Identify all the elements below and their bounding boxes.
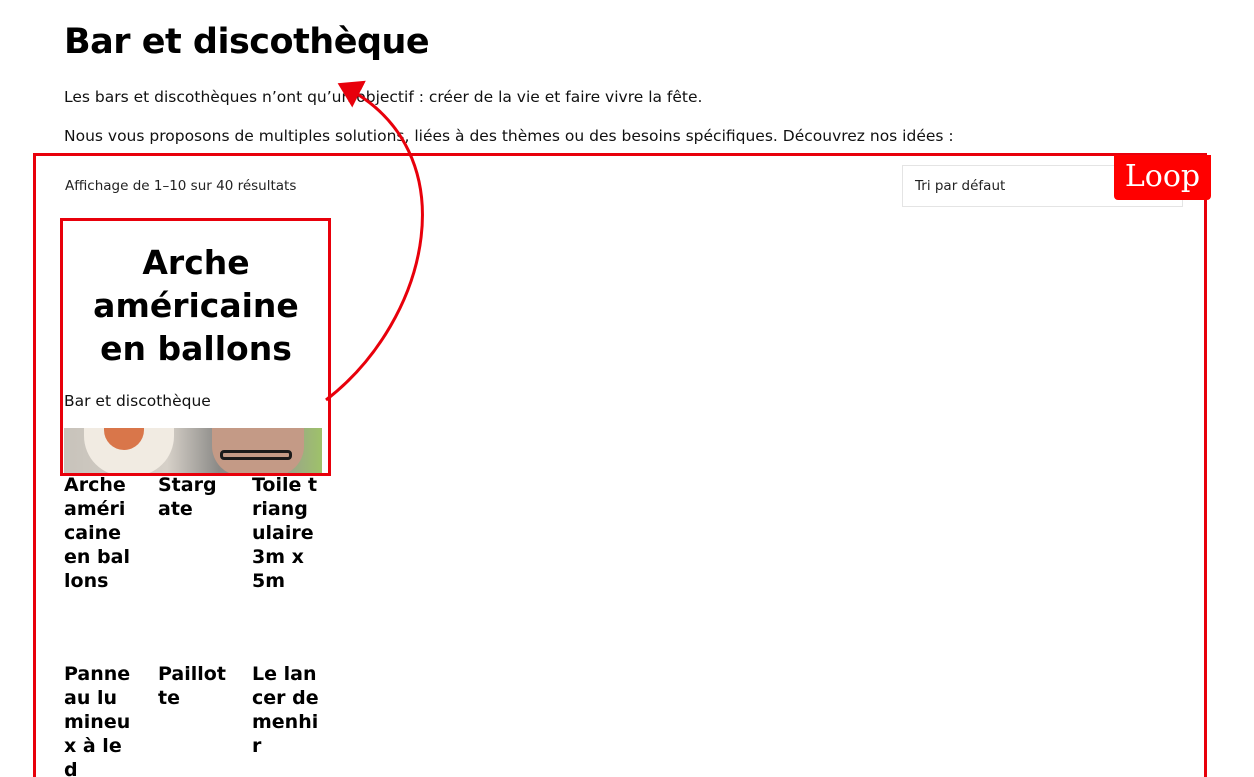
product-title[interactable]: Panneau lumineux à led	[64, 662, 132, 777]
featured-product-image[interactable]	[64, 428, 322, 473]
product-title[interactable]: Le lancer de menhir	[252, 662, 320, 758]
product-title[interactable]: Toile triangulaire 3m x 5m	[252, 473, 320, 593]
result-count: Affichage de 1–10 sur 40 résultats	[65, 178, 297, 194]
glasses-image	[220, 450, 292, 460]
intro-text-ideas: Nous vous proposons de multiples solutio…	[64, 127, 954, 145]
loop-label: Loop	[1114, 155, 1211, 200]
intro-text: Les bars et discothèques n’ont qu’un obj…	[64, 88, 703, 106]
page-title: Bar et discothèque	[64, 22, 430, 62]
featured-product-card[interactable]: Arche américaine en ballons Bar et disco…	[60, 218, 331, 476]
page: Bar et discothèque Les bars et discothèq…	[0, 0, 1254, 777]
product-title[interactable]: Stargate	[158, 473, 218, 521]
product-title[interactable]: Paillotte	[158, 662, 226, 710]
featured-product-title[interactable]: Arche américaine en ballons	[65, 241, 327, 370]
product-title[interactable]: Arche américaine en ballons	[64, 473, 132, 593]
featured-product-category[interactable]: Bar et discothèque	[64, 392, 211, 410]
